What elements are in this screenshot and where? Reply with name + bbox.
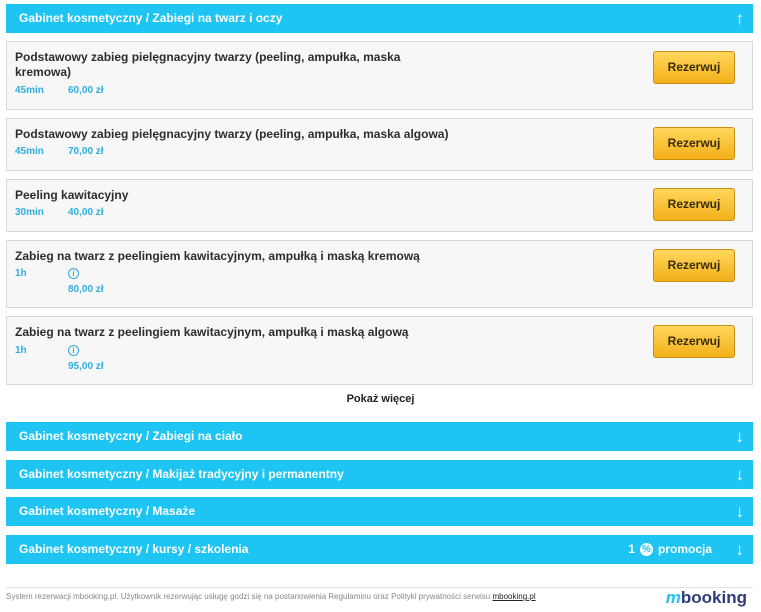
footer-link[interactable]: mbooking.pl xyxy=(492,592,535,601)
service-item: Peeling kawitacyjny 30min 40,00 zł Rezer… xyxy=(6,179,753,232)
category-massage-header[interactable]: Gabinet kosmetyczny / Masaże ↓ xyxy=(6,497,753,526)
service-duration: 1h xyxy=(15,345,27,356)
service-name: Zabieg na twarz z peelingiem kawitacyjny… xyxy=(15,249,420,263)
info-icon[interactable]: i xyxy=(68,345,79,356)
service-duration: 45min xyxy=(15,146,44,157)
service-duration: 45min xyxy=(15,85,44,96)
service-item: Podstawowy zabieg pielęgnacyjny twarzy (… xyxy=(6,118,753,171)
category-title: Gabinet kosmetyczny / Zabiegi na ciało xyxy=(19,429,243,443)
service-name: Podstawowy zabieg pielęgnacyjny twarzy (… xyxy=(15,127,449,141)
category-title: Gabinet kosmetyczny / kursy / szkolenia xyxy=(19,542,249,556)
category-title: Gabinet kosmetyczny / Masaże xyxy=(19,504,196,518)
promotion-count: 1 xyxy=(628,542,635,556)
logo-text: booking xyxy=(680,588,747,607)
reserve-button[interactable]: Rezerwuj xyxy=(653,325,735,358)
promotion-badge[interactable]: 1 % promocja xyxy=(628,535,712,564)
service-price: 95,00 zł xyxy=(68,361,104,372)
service-price: 40,00 zł xyxy=(68,207,104,218)
service-item: Podstawowy zabieg pielęgnacyjny twarzy (… xyxy=(6,41,753,110)
reserve-button[interactable]: Rezerwuj xyxy=(653,249,735,282)
footer-terms: System rezerwacji mbooking.pl. Użytkowni… xyxy=(6,592,491,601)
category-body-header[interactable]: Gabinet kosmetyczny / Zabiegi na ciało ↓ xyxy=(6,422,753,451)
service-price: 80,00 zł xyxy=(68,284,104,295)
footer-divider xyxy=(6,587,753,588)
category-makeup-header[interactable]: Gabinet kosmetyczny / Makijaż tradycyjny… xyxy=(6,460,753,489)
service-duration: 1h xyxy=(15,268,27,279)
reserve-button[interactable]: Rezerwuj xyxy=(653,188,735,221)
service-name: Zabieg na twarz z peelingiem kawitacyjny… xyxy=(15,325,409,339)
arrow-up-icon[interactable]: ↑ xyxy=(736,4,745,33)
service-name: Podstawowy zabieg pielęgnacyjny twarzy (… xyxy=(15,50,401,79)
show-more-link[interactable]: Pokaż więcej xyxy=(0,393,761,405)
arrow-down-icon[interactable]: ↓ xyxy=(736,497,745,526)
service-item: Zabieg na twarz z peelingiem kawitacyjny… xyxy=(6,240,753,308)
category-title: Gabinet kosmetyczny / Zabiegi na twarz i… xyxy=(19,11,283,25)
promotion-label: promocja xyxy=(657,542,712,556)
category-courses-header[interactable]: Gabinet kosmetyczny / kursy / szkolenia … xyxy=(6,535,753,564)
service-price: 60,00 zł xyxy=(68,85,104,96)
reserve-button[interactable]: Rezerwuj xyxy=(653,51,735,84)
service-duration: 30min xyxy=(15,207,44,218)
arrow-down-icon[interactable]: ↓ xyxy=(736,422,745,451)
service-price: 70,00 zł xyxy=(68,146,104,157)
promotion-icon: % xyxy=(639,543,653,556)
arrow-down-icon[interactable]: ↓ xyxy=(736,535,745,564)
logo-m: m xyxy=(665,588,681,607)
info-icon[interactable]: i xyxy=(68,268,79,279)
service-name: Peeling kawitacyjny xyxy=(15,188,129,202)
category-face-header[interactable]: Gabinet kosmetyczny / Zabiegi na twarz i… xyxy=(6,4,753,33)
arrow-down-icon[interactable]: ↓ xyxy=(736,460,745,489)
service-item: Zabieg na twarz z peelingiem kawitacyjny… xyxy=(6,316,753,385)
reserve-button[interactable]: Rezerwuj xyxy=(653,127,735,160)
mbooking-logo[interactable]: mbooking xyxy=(666,588,747,608)
footer-text: System rezerwacji mbooking.pl. Użytkowni… xyxy=(6,592,536,601)
category-title: Gabinet kosmetyczny / Makijaż tradycyjny… xyxy=(19,467,344,481)
